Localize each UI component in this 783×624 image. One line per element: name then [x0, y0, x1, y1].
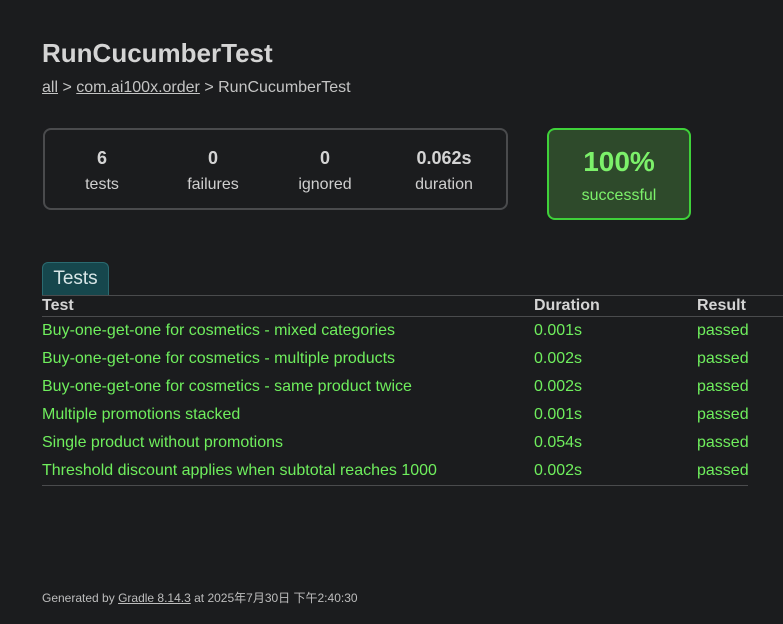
test-name: Buy-one-get-one for cosmetics - multiple… — [42, 350, 396, 367]
footer-prefix: Generated by — [42, 591, 119, 605]
table-row: Buy-one-get-one for cosmetics - same pro… — [42, 374, 749, 402]
test-table-body: Buy-one-get-one for cosmetics - mixed ca… — [42, 318, 749, 486]
table-header-divider — [42, 316, 783, 317]
table-row: Threshold discount applies when subtotal… — [42, 458, 749, 486]
table-row: Single product without promotions 0.054s… — [42, 430, 749, 458]
test-duration: 0.001s — [534, 406, 583, 423]
test-result: passed — [697, 406, 749, 423]
breadcrumb-link-package[interactable]: com.ai100x.order — [76, 79, 200, 96]
tab-tests[interactable]: Tests — [42, 262, 109, 296]
breadcrumb-separator: > — [199, 79, 219, 96]
counter-ignored-label: ignored — [298, 176, 352, 193]
table-bottom-divider — [42, 485, 748, 486]
test-duration: 0.054s — [534, 434, 583, 451]
table-row: Buy-one-get-one for cosmetics - multiple… — [42, 346, 749, 374]
test-name: Single product without promotions — [42, 434, 284, 451]
table-header: Test Duration Result — [42, 297, 748, 316]
table-row: Buy-one-get-one for cosmetics - mixed ca… — [42, 318, 749, 346]
gradle-link[interactable]: Gradle 8.14.3 — [118, 591, 191, 605]
tab-divider — [42, 295, 783, 296]
breadcrumb-separator: > — [58, 79, 77, 96]
summary-box: 6 tests 0 failures 0 ignored 0.062s dura… — [43, 128, 508, 210]
success-rate-percent: 100% — [583, 146, 655, 177]
counter-ignored-value: 0 — [319, 148, 330, 168]
counter-duration-value: 0.062s — [416, 148, 472, 168]
success-rate-label: successful — [581, 187, 657, 204]
test-result: passed — [697, 350, 749, 367]
table-row: Multiple promotions stacked 0.001s passe… — [42, 402, 749, 430]
success-rate-box: 100% successful — [547, 128, 691, 220]
test-name: Multiple promotions stacked — [42, 406, 241, 423]
column-header-test: Test — [42, 297, 74, 314]
test-duration: 0.002s — [534, 350, 583, 367]
breadcrumb: all > com.ai100x.order > RunCucumberTest — [42, 79, 351, 97]
test-result: passed — [697, 322, 749, 339]
breadcrumb-current: RunCucumberTest — [218, 79, 351, 96]
test-duration: 0.001s — [534, 322, 583, 339]
counter-duration-label: duration — [415, 176, 473, 193]
counter-failures-label: failures — [187, 176, 239, 193]
test-name: Threshold discount applies when subtotal… — [42, 462, 437, 479]
test-result: passed — [697, 434, 749, 451]
test-name: Buy-one-get-one for cosmetics - mixed ca… — [42, 322, 396, 339]
test-result: passed — [697, 378, 749, 395]
test-duration: 0.002s — [534, 462, 583, 479]
counter-tests-value: 6 — [96, 148, 107, 168]
test-report-page: RunCucumberTest all > com.ai100x.order >… — [0, 0, 783, 624]
footer-timestamp: at 2025年7月30日 下午2:40:30 — [190, 591, 358, 605]
counter-tests-label: tests — [85, 176, 119, 193]
test-result: passed — [697, 462, 749, 479]
column-header-result: Result — [697, 297, 746, 314]
footer: Generated by Gradle 8.14.3 at 2025年7月30日… — [42, 589, 358, 606]
page-title: RunCucumberTest — [42, 38, 273, 68]
test-duration: 0.002s — [534, 378, 583, 395]
column-header-duration: Duration — [534, 297, 600, 314]
breadcrumb-link-all[interactable]: all — [42, 79, 58, 96]
test-name: Buy-one-get-one for cosmetics - same pro… — [42, 378, 412, 395]
counter-failures-value: 0 — [207, 148, 218, 168]
